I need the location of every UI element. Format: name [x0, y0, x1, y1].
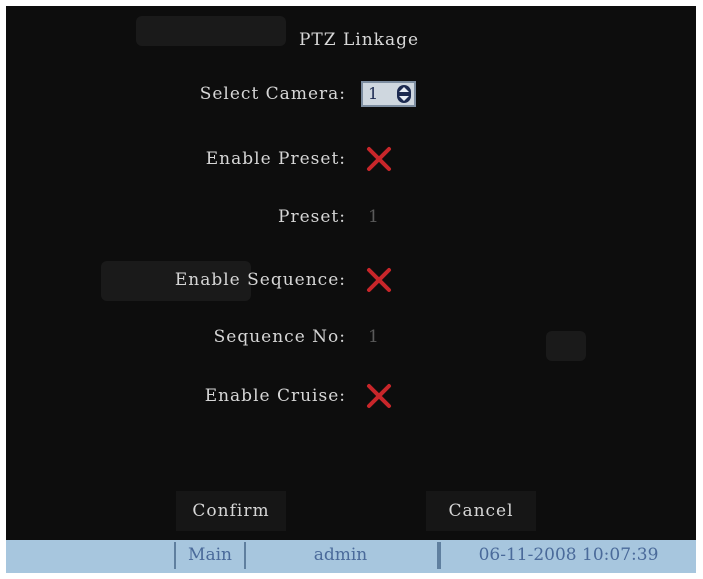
status-user: admin — [244, 542, 439, 569]
status-bar: Main admin 06-11-2008 10:07:39 — [6, 540, 696, 573]
preset-row: Preset: 1 — [6, 202, 696, 232]
enable-cruise-checkbox[interactable] — [366, 383, 392, 409]
confirm-button[interactable]: Confirm — [176, 491, 286, 531]
enable-preset-label: Enable Preset: — [205, 149, 346, 169]
enable-preset-checkbox[interactable] — [366, 146, 392, 172]
page-title: PTZ Linkage — [298, 30, 420, 50]
red-x-icon — [367, 268, 391, 292]
enable-sequence-row: Enable Sequence: — [6, 265, 696, 295]
cancel-button[interactable]: Cancel — [426, 491, 536, 531]
sequence-no-label: Sequence No: — [213, 327, 346, 347]
preset-value[interactable]: 1 — [368, 202, 379, 232]
red-x-icon — [367, 147, 391, 171]
enable-sequence-label: Enable Sequence: — [174, 270, 346, 290]
status-menu: Main — [174, 542, 246, 569]
preset-label: Preset: — [278, 207, 346, 227]
enable-cruise-label: Enable Cruise: — [204, 386, 346, 406]
up-down-arrows-icon[interactable] — [397, 85, 411, 103]
ptz-linkage-screen: PTZ Linkage Select Camera: 1 Enable Pres… — [6, 6, 696, 573]
enable-cruise-row: Enable Cruise: — [6, 381, 696, 411]
select-camera-label: Select Camera: — [199, 84, 346, 104]
enable-preset-row: Enable Preset: — [6, 144, 696, 174]
select-camera-value: 1 — [368, 84, 379, 103]
status-datetime: 06-11-2008 10:07:39 — [439, 542, 696, 569]
sequence-no-value[interactable]: 1 — [368, 322, 379, 352]
select-camera-row: Select Camera: 1 — [6, 79, 696, 109]
sequence-no-row: Sequence No: 1 — [6, 322, 696, 352]
select-camera-spinner[interactable]: 1 — [361, 81, 416, 107]
red-x-icon — [367, 384, 391, 408]
enable-sequence-checkbox[interactable] — [366, 267, 392, 293]
